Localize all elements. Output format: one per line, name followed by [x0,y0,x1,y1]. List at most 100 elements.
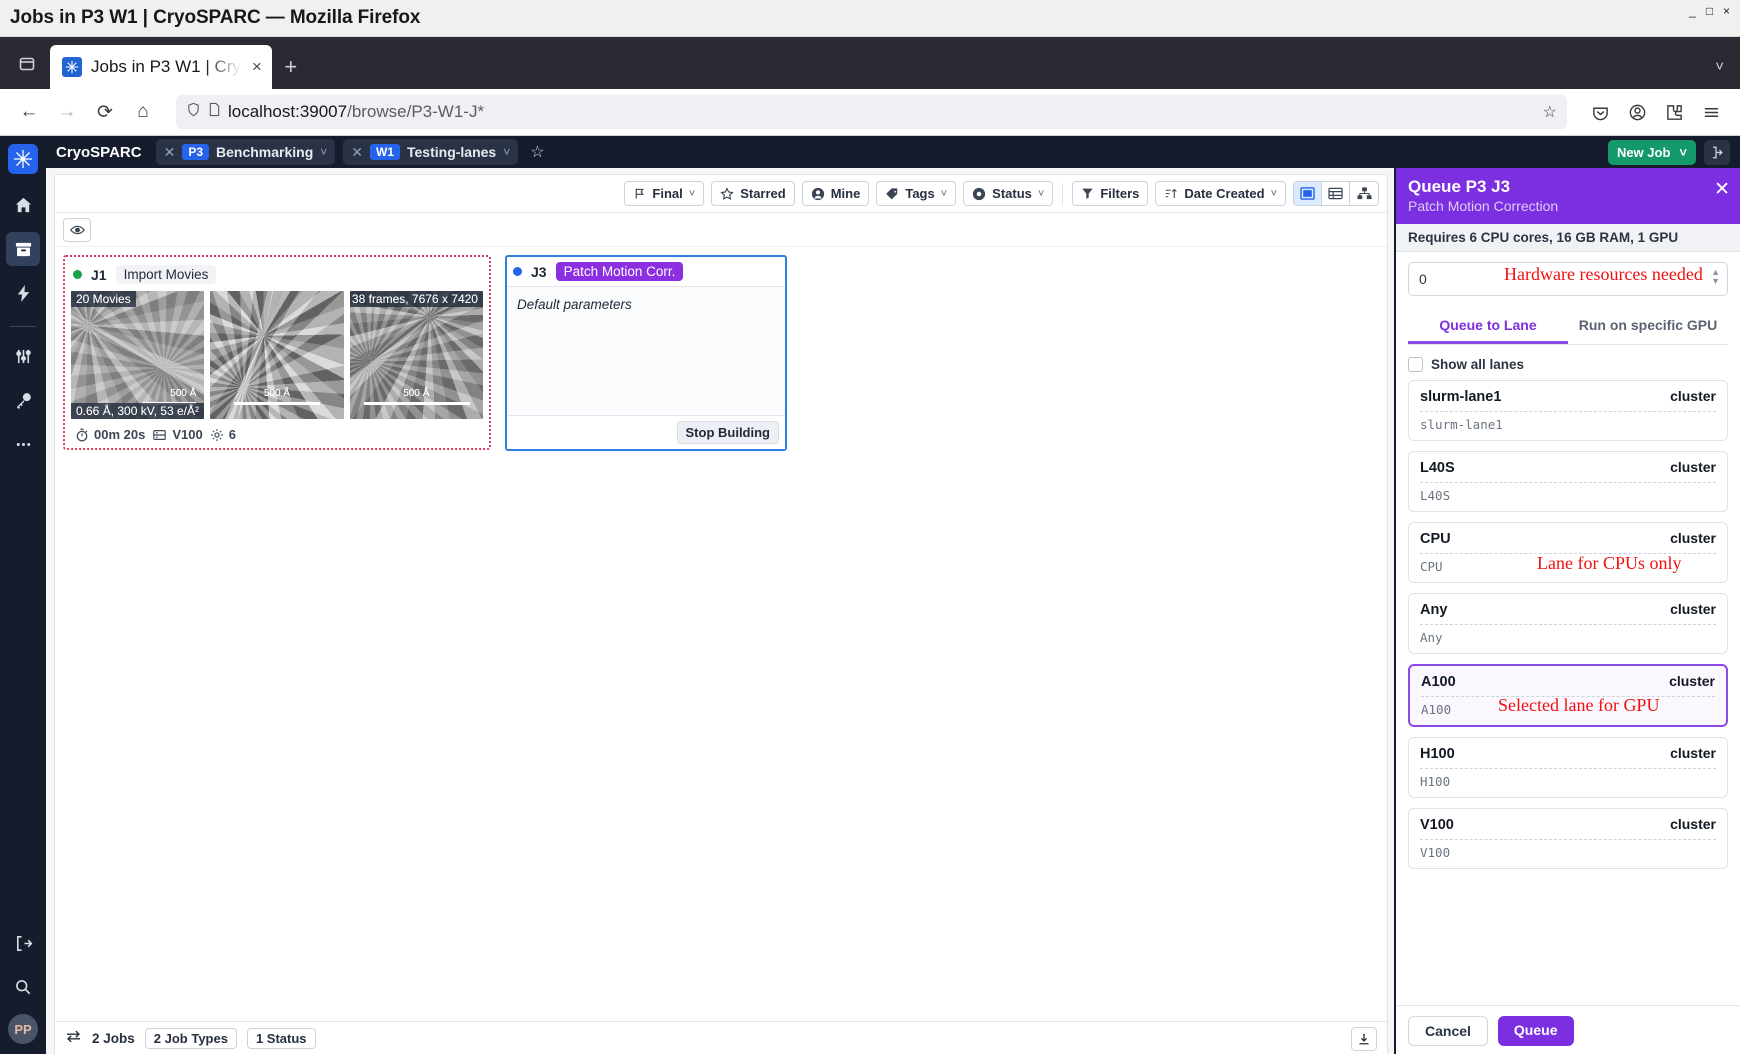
sidebar-item-settings-sliders[interactable] [6,339,40,373]
tabs-overflow-chevron-icon[interactable]: ˅ [1715,58,1734,75]
avatar[interactable]: PP [8,1014,38,1044]
url-host: localhost:39007 [228,102,348,121]
sidebar-item-search[interactable] [6,970,40,1004]
browser-tab[interactable]: Jobs in P3 W1 | Cry × [50,45,272,89]
filter-starred-label: Starred [740,186,786,201]
project-chevron-down-icon[interactable]: ˅ [320,145,327,159]
sidebar-item-live[interactable] [6,276,40,310]
jobs-panel: Final ˅ Starred Mine Tags ˅ Status ˅ Fil… [54,174,1388,1054]
lane-type: cluster [1670,745,1716,761]
job-canvas[interactable]: J1 Import Movies 20 Movies 500 Å 0.66 Å,… [55,247,1387,1021]
toolbar-divider [1062,182,1064,205]
workspace-chevron-down-icon[interactable]: ˅ [503,145,510,159]
lane-item-a100[interactable]: A100 cluster A100 Selected lane for GPU [1408,664,1728,727]
forward-button[interactable]: → [50,95,84,129]
swap-arrows-icon[interactable] [65,1029,82,1049]
lane-item-slurm-lane1[interactable]: slurm-lane1 cluster slurm-lane1 [1408,380,1728,441]
show-all-lanes-row[interactable]: Show all lanes [1408,357,1728,372]
bookmark-star-icon[interactable]: ☆ [1543,102,1557,122]
sidebar-item-more[interactable] [6,427,40,461]
stop-building-button[interactable]: Stop Building [676,421,779,444]
thumbnail[interactable]: 38 frames, 7676 x 7420 500 Å [349,291,483,419]
jobs-count-label: 2 Jobs [92,1031,135,1046]
window-close-button[interactable]: × [1719,4,1734,18]
job-j3-header: J3 Patch Motion Corr. [507,257,785,287]
job-types-chip[interactable]: 2 Job Types [144,1028,237,1049]
app-topbar: CryoSPARC ✕ P3 Benchmarking ˅ ✕ W1 Testi… [46,136,1740,168]
tree-view-button[interactable] [1350,182,1378,205]
job-lane: V100 [152,427,203,442]
firefox-navbar: ← → ⟳ ⌂ localhost:39007/browse/P3-W1-J* … [0,89,1740,136]
window-maximize-button[interactable]: □ [1702,4,1717,18]
statuses-chip[interactable]: 1 Status [246,1028,316,1049]
eye-icon[interactable] [63,217,91,242]
lane-item-h100[interactable]: H100 cluster H100 [1408,737,1728,798]
filter-final[interactable]: Final ˅ [624,181,705,206]
filter-tags[interactable]: Tags ˅ [876,181,957,206]
new-tab-button[interactable]: + [274,50,308,84]
back-button[interactable]: ← [12,95,46,129]
sidebar-item-projects[interactable] [6,232,40,266]
account-icon[interactable] [1620,95,1654,129]
lane-item-l40s[interactable]: L40S cluster L40S [1408,451,1728,512]
url-bar[interactable]: localhost:39007/browse/P3-W1-J* ☆ [176,95,1567,129]
lane-item-any[interactable]: Any cluster Any [1408,593,1728,654]
number-stepper-icon[interactable]: ▲ ▼ [1711,268,1720,286]
cancel-button[interactable]: Cancel [1408,1016,1488,1046]
cryosparc-logo-icon[interactable] [8,144,38,174]
tab-run-on-specific-gpu[interactable]: Run on specific GPU [1568,310,1728,344]
filter-mine[interactable]: Mine [801,181,870,206]
lane-name: CPU [1420,531,1451,547]
queue-number-input[interactable]: 0 [1408,262,1728,296]
star-outline-icon[interactable]: ☆ [530,142,544,162]
table-view-button[interactable] [1322,182,1350,205]
tab-close-icon[interactable]: × [250,57,264,77]
tab-queue-to-lane[interactable]: Queue to Lane [1408,310,1568,344]
cryosparc-favicon [62,57,82,77]
thumbnail-params-label: 0.66 Å, 300 kV, 53 e/Å² [71,403,204,419]
job-card-j3[interactable]: J3 Patch Motion Corr. Default parameters… [505,255,787,451]
thumbnail[interactable]: 500 Å [210,291,344,419]
thumbnail-movies-label: 20 Movies [71,291,136,307]
app-menu-icon[interactable] [1694,95,1728,129]
sidebar-item-logout[interactable] [6,926,40,960]
lane-item-v100[interactable]: V100 cluster V100 [1408,808,1728,869]
job-type-badge: Patch Motion Corr. [555,262,684,281]
job-status-dot [73,270,82,279]
project-close-icon[interactable]: ✕ [164,144,176,161]
home-button[interactable]: ⌂ [126,95,160,129]
panel-collapse-icon[interactable] [1704,139,1730,165]
thumbnail[interactable]: 20 Movies 500 Å 0.66 Å, 300 kV, 53 e/Å² [71,291,205,419]
project-tag: P3 [182,144,209,160]
list-all-tabs-icon[interactable] [6,44,48,84]
sidebar-item-home[interactable] [6,188,40,222]
flag-icon [636,188,645,199]
lane-list[interactable]: slurm-lane1 cluster slurm-lane1 L40S clust… [1396,372,1740,1005]
show-all-lanes-checkbox[interactable] [1408,357,1423,372]
filter-final-label: Final [652,186,683,201]
save-to-pocket-icon[interactable] [1583,95,1617,129]
workspace-close-icon[interactable]: ✕ [351,144,363,161]
queue-button[interactable]: Queue [1497,1016,1574,1046]
filter-status[interactable]: Status ˅ [963,181,1054,206]
job-status-dot [513,267,522,276]
view-mode-group [1293,181,1379,206]
download-icon[interactable] [1351,1026,1377,1051]
extensions-icon[interactable] [1657,95,1691,129]
job-duration: 00m 20s [75,427,145,442]
filter-starred[interactable]: Starred [711,181,795,206]
new-job-button[interactable]: New Job ˅ [1607,139,1696,165]
job-card-j1[interactable]: J1 Import Movies 20 Movies 500 Å 0.66 Å,… [63,255,491,450]
filters-button[interactable]: Filters [1072,181,1149,206]
lane-item-cpu[interactable]: CPU cluster CPU Lane for CPUs only [1408,522,1728,583]
card-view-button[interactable] [1294,182,1322,205]
lane-type: cluster [1670,816,1716,832]
sort-button[interactable]: Date Created ˅ [1155,181,1286,206]
window-minimize-button[interactable]: _ [1685,4,1700,18]
jobs-status-bar: 2 Jobs 2 Job Types 1 Status [55,1021,1387,1054]
reload-button[interactable]: ⟳ [88,95,122,129]
sidebar-item-licenses-key[interactable] [6,383,40,417]
close-icon[interactable]: ✕ [1714,178,1730,201]
breadcrumb-workspace[interactable]: ✕ W1 Testing-lanes ˅ [343,139,519,165]
breadcrumb-project[interactable]: ✕ P3 Benchmarking ˅ [155,139,336,165]
